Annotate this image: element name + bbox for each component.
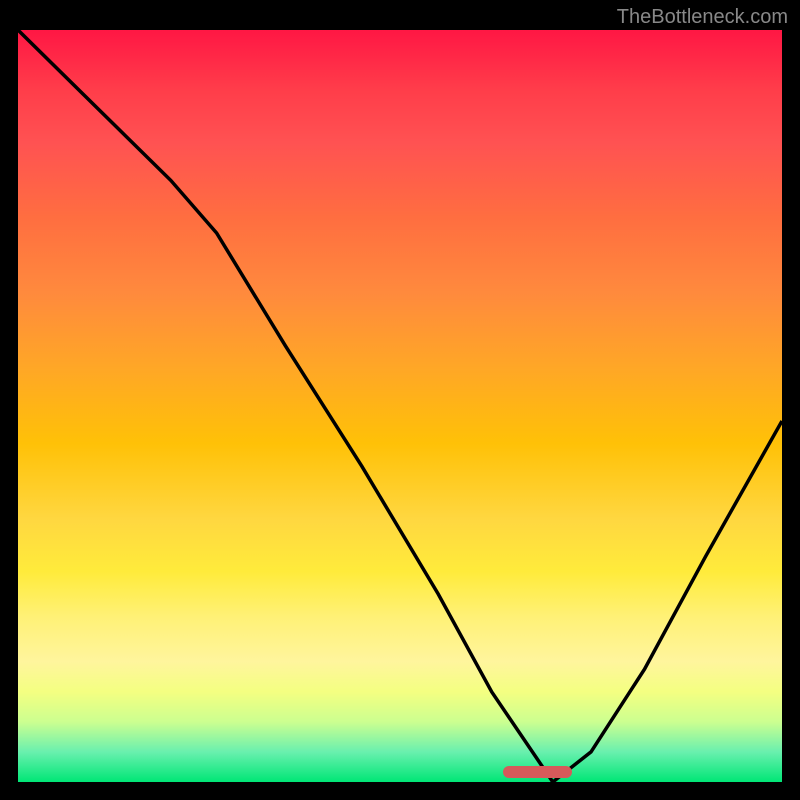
- chart-area: [18, 30, 782, 782]
- bottleneck-curve: [18, 30, 782, 782]
- curve-svg: [18, 30, 782, 782]
- optimal-marker: [503, 766, 572, 778]
- watermark-text: TheBottleneck.com: [617, 6, 788, 29]
